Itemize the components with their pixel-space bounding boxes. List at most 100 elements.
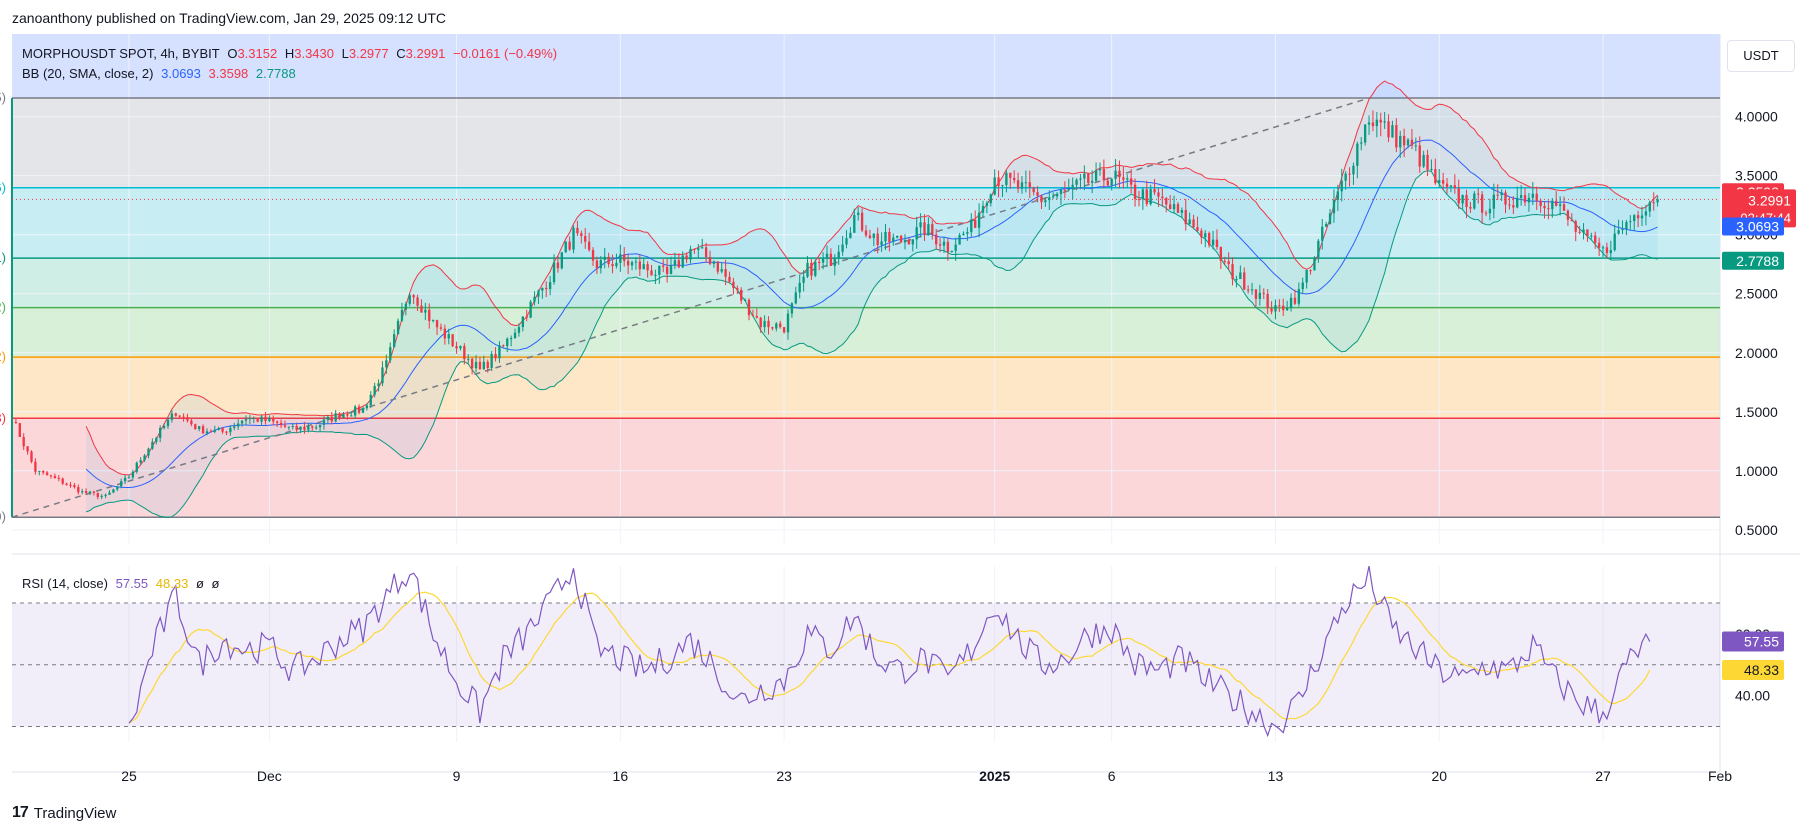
candle-body bbox=[1270, 308, 1273, 312]
candle-body bbox=[1321, 226, 1324, 241]
candle-body bbox=[580, 233, 583, 237]
candle-body bbox=[708, 257, 712, 264]
bb-lower-value: 2.7788 bbox=[255, 66, 296, 81]
candle-body bbox=[1091, 180, 1094, 183]
candle-body bbox=[392, 334, 396, 348]
candle-body bbox=[1633, 215, 1636, 222]
candle-body bbox=[190, 420, 193, 425]
candle-body bbox=[178, 415, 181, 417]
candle-body bbox=[92, 491, 96, 493]
candle-body bbox=[120, 481, 123, 487]
candle-body bbox=[166, 419, 170, 427]
candle-body bbox=[1395, 125, 1398, 148]
x-tick-label: 16 bbox=[613, 768, 629, 784]
candle-body bbox=[751, 315, 755, 317]
x-tick-label: 23 bbox=[776, 768, 792, 784]
candle-body bbox=[630, 262, 634, 266]
candle-body bbox=[1200, 230, 1203, 238]
candle-body bbox=[981, 205, 985, 213]
candle-body bbox=[591, 249, 595, 261]
candle-body bbox=[1648, 202, 1651, 212]
candle-body bbox=[404, 303, 408, 310]
candle-body bbox=[408, 295, 411, 304]
candle-body bbox=[1352, 165, 1355, 175]
candle-body bbox=[346, 414, 349, 416]
fib-label-0.5: 0.5 (2.3822) bbox=[0, 300, 6, 315]
candle-body bbox=[1453, 185, 1457, 189]
candle-body bbox=[1102, 168, 1106, 181]
candle-body bbox=[615, 262, 618, 267]
candle-body bbox=[552, 262, 556, 283]
candle-body bbox=[299, 426, 302, 430]
candle-body bbox=[517, 327, 521, 333]
rsi-legend: RSI (14, close) 57.55 48.33 ø ø bbox=[22, 576, 223, 591]
candle-body bbox=[650, 270, 653, 276]
candle-body bbox=[1516, 197, 1519, 208]
rsi-extra-1: ø bbox=[195, 576, 204, 591]
bb-basis-value: 3.0693 bbox=[161, 66, 201, 81]
candle-body bbox=[595, 260, 599, 269]
candle-body bbox=[677, 260, 680, 268]
candle-body bbox=[658, 265, 661, 275]
symbol-label: MORPHOUSDT SPOT, 4h, BYBIT bbox=[22, 46, 220, 61]
candle-body bbox=[521, 316, 525, 328]
candle-body bbox=[1590, 235, 1593, 237]
candle-body bbox=[1625, 222, 1628, 230]
candle-body bbox=[1414, 145, 1418, 147]
candle-body bbox=[18, 423, 21, 438]
candle-body bbox=[279, 422, 283, 426]
chart-area[interactable]: 1 (4.1575) 0.786 (3.3976) 0.618 (2.8011) 0.… bbox=[0, 0, 1814, 800]
candle-body bbox=[268, 418, 271, 421]
candle-body bbox=[654, 274, 657, 276]
candle-body bbox=[611, 264, 614, 267]
candle-body bbox=[790, 303, 794, 314]
candle-body bbox=[950, 250, 953, 253]
candle-body bbox=[872, 233, 875, 239]
candle-body bbox=[966, 232, 969, 234]
candle-body bbox=[802, 276, 805, 283]
low-value: 3.2977 bbox=[348, 46, 389, 61]
candle-body bbox=[1477, 193, 1480, 195]
close-value: 3.2991 bbox=[405, 46, 446, 61]
candle-body bbox=[974, 219, 977, 228]
candle-body bbox=[584, 236, 587, 242]
candle-body bbox=[888, 231, 891, 242]
candle-body bbox=[65, 483, 68, 485]
candle-body bbox=[57, 477, 60, 479]
candle-body bbox=[1231, 264, 1234, 280]
candle-body bbox=[954, 244, 957, 251]
rsi-tag: 57.55 bbox=[1744, 633, 1779, 649]
candle-body bbox=[1383, 121, 1386, 123]
fib-label-0: 0 (0.6069) bbox=[0, 509, 6, 524]
candle-body bbox=[467, 358, 470, 360]
candle-body bbox=[958, 235, 961, 245]
candle-body bbox=[377, 383, 380, 387]
candle-body bbox=[1204, 233, 1207, 238]
candle-body bbox=[400, 309, 404, 321]
candle-body bbox=[646, 264, 649, 271]
candle-body bbox=[431, 320, 435, 322]
high-value: 3.3430 bbox=[294, 46, 334, 61]
currency-button[interactable]: USDT bbox=[1727, 40, 1795, 72]
x-tick-label: 20 bbox=[1431, 768, 1447, 784]
candle-body bbox=[829, 253, 833, 266]
candle-body bbox=[194, 424, 197, 430]
candle-body bbox=[1227, 261, 1230, 265]
candle-body bbox=[537, 290, 540, 297]
candle-body bbox=[1324, 223, 1328, 227]
candle-body bbox=[1168, 204, 1172, 210]
candle-body bbox=[1087, 173, 1090, 183]
candle-body bbox=[1258, 292, 1262, 299]
candle-body bbox=[1055, 194, 1059, 197]
candle-body bbox=[1449, 185, 1453, 187]
y-tick-label: 1.0000 bbox=[1735, 463, 1778, 479]
candle-body bbox=[1613, 233, 1616, 251]
y-tick-label: 2.5000 bbox=[1735, 286, 1778, 302]
candle-body bbox=[931, 224, 934, 235]
candle-body bbox=[1535, 193, 1538, 201]
y-tick-label: 2.0000 bbox=[1735, 345, 1778, 361]
candle-body bbox=[1379, 119, 1382, 123]
candle-body bbox=[209, 431, 213, 433]
candle-body bbox=[1367, 122, 1371, 125]
candle-body bbox=[662, 265, 665, 267]
